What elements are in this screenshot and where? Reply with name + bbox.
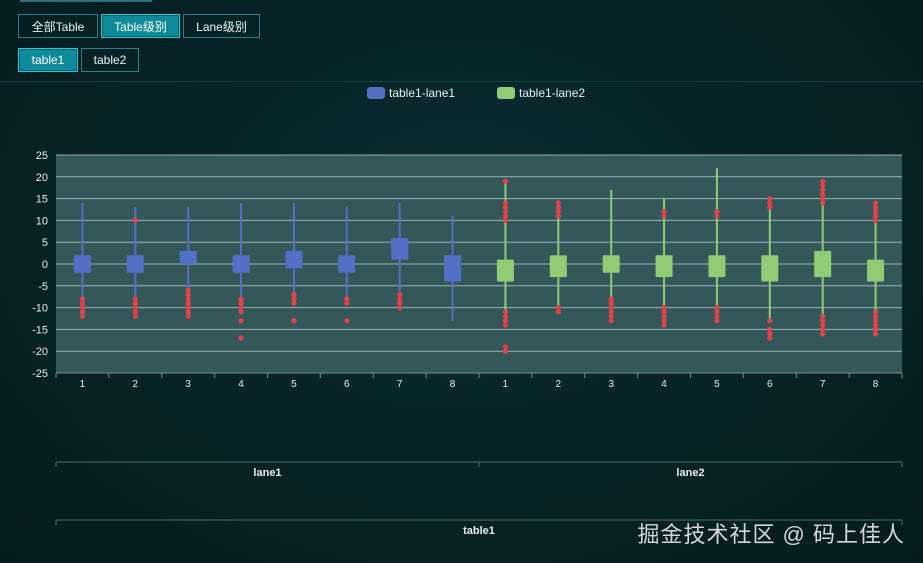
outlier-point (608, 318, 614, 324)
outlier-point (767, 335, 773, 341)
legend-swatch (497, 87, 515, 99)
outlier-point (767, 318, 773, 324)
outlier-point (555, 309, 561, 315)
outlier-point (767, 204, 773, 210)
watermark-text: 掘金技术社区 @ 码上佳人 (637, 522, 905, 547)
outlier-point (872, 217, 879, 223)
y-tick-label: 20 (36, 172, 48, 184)
box-body (496, 259, 514, 282)
outlier-point (291, 300, 297, 306)
x-tick-label: 6 (767, 379, 773, 390)
outlier-point (714, 213, 720, 219)
outlier-point (872, 331, 879, 337)
box-body (867, 259, 885, 282)
x-tick-label: 4 (661, 379, 667, 390)
outlier-point (820, 331, 826, 337)
outlier-point (502, 178, 509, 184)
y-tick-label: -25 (32, 368, 48, 380)
x-tick-label: 4 (238, 379, 244, 390)
x-tick-label: 2 (133, 379, 139, 390)
outlier-point (502, 322, 509, 328)
legend-label: table1-lane2 (519, 86, 585, 100)
x-tick-label: 5 (714, 379, 720, 390)
outlier-point (238, 309, 244, 315)
x-tick-label: 2 (556, 379, 562, 390)
outlier-point (820, 200, 826, 206)
y-tick-label: 10 (36, 215, 48, 227)
y-tick-label: -20 (32, 346, 48, 358)
group-label: lane1 (253, 467, 281, 479)
outlier-point (132, 217, 138, 223)
x-tick-label: 3 (185, 379, 191, 390)
outlier-point (555, 213, 561, 219)
y-tick-label: 5 (42, 237, 48, 249)
outlier-point (661, 322, 667, 328)
x-tick-label: 1 (503, 379, 509, 390)
x-tick-label: 8 (450, 379, 456, 390)
x-tick-label: 7 (820, 379, 826, 390)
boxplot-chart: 25 20 15 10 5 0 -5 -10 -15 -20 -25 1 2 3 4 5 6 7 8 1 2 3 4 5 6 7 8… (32, 86, 903, 537)
group-label: lane2 (676, 467, 704, 479)
outlier-point (238, 318, 244, 324)
outlier-point (185, 313, 191, 319)
outlier-point (502, 348, 509, 354)
y-tick-label: 15 (36, 194, 48, 206)
outlier-point (344, 318, 350, 324)
outlier-point (714, 318, 720, 324)
legend-swatch (367, 87, 385, 99)
outlier-point (79, 313, 86, 319)
outer-label: table1 (463, 525, 495, 537)
outlier-point (344, 300, 350, 306)
outlier-point (397, 305, 403, 311)
legend-label: table1-lane1 (389, 86, 455, 100)
box-body (179, 250, 197, 264)
outlier-point (291, 318, 297, 324)
x-tick-label: 5 (291, 379, 297, 390)
x-tick-label: 7 (397, 379, 403, 390)
y-tick-label: 25 (36, 150, 48, 162)
y-tick-label: 0 (42, 259, 48, 271)
x-tick-label: 1 (80, 379, 86, 390)
y-tick-label: -5 (38, 281, 48, 293)
x-tick-label: 6 (344, 379, 350, 390)
box-body (655, 255, 673, 278)
outlier-point (238, 335, 244, 341)
x-tick-label: 3 (608, 379, 614, 390)
outlier-point (132, 313, 138, 319)
y-tick-label: -10 (32, 303, 48, 315)
box-body (708, 255, 726, 278)
outlier-point (661, 213, 667, 219)
box-body (549, 255, 567, 278)
outlier-point (502, 217, 509, 223)
y-tick-label: -15 (32, 324, 48, 336)
box-body (391, 237, 409, 260)
x-tick-label: 8 (873, 379, 879, 390)
